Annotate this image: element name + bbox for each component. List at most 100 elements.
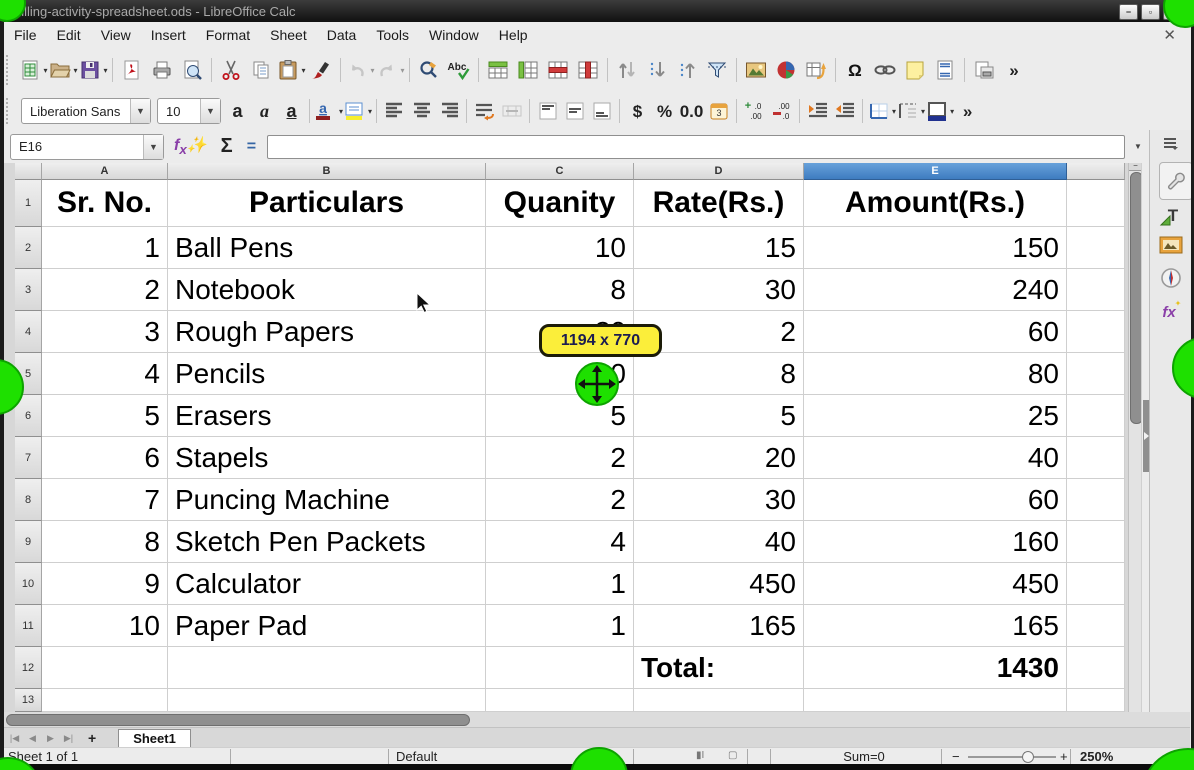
maximize-button[interactable]: ▫: [1141, 4, 1160, 20]
clone-formatting-icon[interactable]: [306, 54, 336, 86]
grid-cell[interactable]: [168, 689, 486, 712]
headers-footers-icon[interactable]: [930, 54, 960, 86]
dropdown-arrow-icon[interactable]: ▾: [370, 66, 374, 75]
grid-cell[interactable]: [1067, 563, 1125, 605]
menu-sheet[interactable]: Sheet: [260, 22, 317, 48]
more-tools-icon[interactable]: »: [999, 54, 1029, 86]
column-header-E[interactable]: E: [804, 163, 1067, 180]
sum-icon[interactable]: Σ: [221, 135, 233, 158]
zoom-slider-handle[interactable]: [1022, 751, 1034, 763]
sort-ascending-icon[interactable]: [642, 54, 672, 86]
insert-mode-icon[interactable]: ▮I: [696, 750, 704, 761]
undo-icon[interactable]: ▾: [345, 54, 375, 86]
row-header[interactable]: 4: [15, 311, 42, 353]
export-pdf-icon[interactable]: [117, 54, 147, 86]
align-left-icon[interactable]: [381, 98, 408, 124]
sum-status-label[interactable]: Sum=0: [804, 748, 924, 765]
grid-cell[interactable]: [1067, 479, 1125, 521]
grid-cell[interactable]: 60: [804, 479, 1067, 521]
highlight-color-icon[interactable]: ▾: [343, 98, 372, 124]
grid-cell[interactable]: 7: [42, 479, 168, 521]
grid-cell[interactable]: 8: [486, 269, 634, 311]
merge-cells-icon[interactable]: [498, 98, 525, 124]
grid-cell[interactable]: 40: [634, 521, 804, 563]
grid-cell[interactable]: 165: [804, 605, 1067, 647]
row-header[interactable]: 12: [15, 647, 42, 689]
total-label-cell[interactable]: Total:: [634, 647, 804, 689]
menu-file[interactable]: File: [4, 22, 47, 48]
first-sheet-icon[interactable]: |◀: [7, 731, 22, 746]
grid-cell[interactable]: 30: [634, 479, 804, 521]
grid-cell[interactable]: 40: [804, 437, 1067, 479]
grid-cell[interactable]: 1: [42, 227, 168, 269]
dropdown-arrow-icon[interactable]: ▾: [73, 66, 77, 75]
dropdown-arrow-icon[interactable]: ▾: [43, 66, 47, 75]
center-vertically-icon[interactable]: [561, 98, 588, 124]
dropdown-arrow-icon[interactable]: ▾: [400, 66, 404, 75]
grid-cell[interactable]: 450: [804, 563, 1067, 605]
font-size-combo[interactable]: 10 ▼: [157, 98, 221, 124]
grid-cell[interactable]: 1: [486, 563, 634, 605]
equals-icon[interactable]: =: [247, 138, 256, 156]
grid-cell[interactable]: 2: [486, 479, 634, 521]
grid-cell[interactable]: Notebook: [168, 269, 486, 311]
grid-cell[interactable]: 450: [634, 563, 804, 605]
grid-cell[interactable]: [1067, 521, 1125, 563]
grid-cell[interactable]: 15: [634, 227, 804, 269]
increase-indent-icon[interactable]: [804, 98, 831, 124]
grid-cell[interactable]: 20: [634, 437, 804, 479]
grid-cell[interactable]: 10: [486, 227, 634, 269]
row-header[interactable]: 2: [15, 227, 42, 269]
properties-deck-button[interactable]: [1159, 162, 1193, 200]
grid-cell[interactable]: Particulars: [168, 180, 486, 227]
grid-cell[interactable]: 60: [804, 311, 1067, 353]
grid-cell[interactable]: [1067, 180, 1125, 227]
previous-sheet-icon[interactable]: ◀: [25, 731, 40, 746]
total-value-cell[interactable]: 1430: [804, 647, 1067, 689]
column-header-B[interactable]: B: [168, 163, 486, 180]
toolbar-grip[interactable]: [6, 55, 15, 86]
grid-cell[interactable]: [634, 689, 804, 712]
page-style-label[interactable]: Default: [396, 748, 437, 765]
menu-edit[interactable]: Edit: [47, 22, 91, 48]
zoom-in-icon[interactable]: +: [1060, 748, 1068, 765]
insert-image-icon[interactable]: [741, 54, 771, 86]
grid-cell[interactable]: 1: [486, 605, 634, 647]
paste-icon[interactable]: ▾: [276, 54, 306, 86]
add-sheet-button[interactable]: +: [88, 730, 96, 746]
styles-icon[interactable]: T: [1150, 204, 1192, 228]
column-header-D[interactable]: D: [634, 163, 804, 180]
row-header[interactable]: 3: [15, 269, 42, 311]
special-character-icon[interactable]: Ω: [840, 54, 870, 86]
grid-cell[interactable]: [1067, 605, 1125, 647]
grid-cell[interactable]: [1067, 227, 1125, 269]
formula-input[interactable]: [267, 135, 1125, 159]
grid-cell[interactable]: 10: [42, 605, 168, 647]
functions-icon[interactable]: fx✦: [1150, 298, 1192, 322]
insert-row-above-icon[interactable]: [483, 54, 513, 86]
format-number-icon[interactable]: 0.0: [678, 98, 705, 124]
function-wizard-icon[interactable]: fx✨: [174, 135, 207, 157]
grid-cell[interactable]: Puncing Machine: [168, 479, 486, 521]
grid-cell[interactable]: Stapels: [168, 437, 486, 479]
background-color-icon[interactable]: ▾: [925, 98, 954, 124]
print-icon[interactable]: [147, 54, 177, 86]
sort-icon[interactable]: [612, 54, 642, 86]
wrap-text-icon[interactable]: [471, 98, 498, 124]
insert-hyperlink-icon[interactable]: [870, 54, 900, 86]
last-sheet-icon[interactable]: ▶|: [61, 731, 76, 746]
next-sheet-icon[interactable]: ▶: [43, 731, 58, 746]
chevron-down-icon[interactable]: ▼: [143, 135, 163, 159]
grid-cell[interactable]: Paper Pad: [168, 605, 486, 647]
corner-header[interactable]: [15, 163, 42, 180]
new-spreadsheet-icon[interactable]: ▾: [18, 54, 48, 86]
underline-icon[interactable]: a: [278, 98, 305, 124]
grid-cell[interactable]: Quanity: [486, 180, 634, 227]
grid-cell[interactable]: [804, 689, 1067, 712]
selection-mode-icon[interactable]: ▢: [728, 750, 737, 761]
grid-cell[interactable]: 5: [634, 395, 804, 437]
name-box[interactable]: E16 ▼: [10, 134, 164, 160]
insert-comment-icon[interactable]: [900, 54, 930, 86]
title-bar[interactable]: billing-activity-spreadsheet.ods - Libre…: [0, 0, 1194, 22]
insert-column-before-icon[interactable]: [513, 54, 543, 86]
